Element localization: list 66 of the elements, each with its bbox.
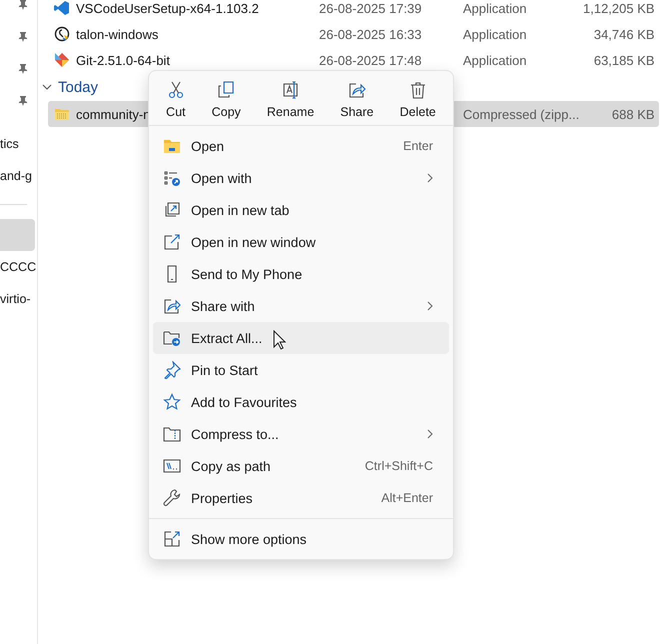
- mouse-cursor-icon: [273, 330, 286, 350]
- folder-arrow-icon: [163, 329, 181, 347]
- wrench-icon: [163, 489, 181, 507]
- chevron-icon[interactable]: [42, 82, 52, 92]
- menu-item[interactable]: Open in new window: [153, 226, 449, 258]
- file-size: 63,185 KB: [592, 52, 656, 68]
- file-type: Application: [463, 0, 528, 16]
- file-size: 1,12,205 KB: [583, 0, 656, 16]
- diamond-logo-icon: [54, 52, 70, 68]
- file-name: Git-2.51.0-64-bit: [76, 52, 170, 68]
- shortcut-text: Alt+Enter: [381, 491, 433, 505]
- group-heading: Today: [58, 78, 98, 96]
- menu-item[interactable]: Send to My Phone: [153, 258, 449, 290]
- file-type: Application: [463, 52, 528, 68]
- menu-item[interactable]: Share with: [153, 290, 449, 322]
- share-icon: [348, 81, 366, 99]
- pin-icon[interactable]: [18, 0, 28, 10]
- list-icon: [163, 169, 181, 187]
- shortcut-text: Ctrl+Shift+C: [364, 459, 433, 473]
- scissors-icon: [166, 81, 185, 99]
- sidebar-item[interactable]: CCCC: [0, 251, 37, 283]
- file-name: talon-windows: [76, 26, 158, 42]
- menu-item[interactable]: Copy as path Ctrl+Shift+C: [153, 450, 449, 482]
- pin-icon: [163, 361, 181, 379]
- file-date: 26-08-2025 17:48: [319, 52, 423, 68]
- pin-icon[interactable]: [18, 96, 28, 106]
- sidebar-item[interactable]: tics: [0, 128, 37, 160]
- menu-item[interactable]: Extract All...: [153, 322, 449, 354]
- rename-icon: [282, 81, 300, 99]
- trash-icon: [408, 81, 427, 99]
- star-icon: [163, 393, 181, 411]
- menu-item[interactable]: Pin to Start: [153, 354, 449, 386]
- pin-icon[interactable]: [18, 32, 28, 42]
- menu-item[interactable]: Show more options: [153, 523, 449, 555]
- path-icon: [163, 457, 181, 475]
- folder-icon: [163, 137, 181, 155]
- menu-item[interactable]: Compress to...: [153, 418, 449, 450]
- copy-icon: [217, 81, 236, 99]
- menu-item[interactable]: Open in new tab: [153, 194, 449, 226]
- file-row[interactable]: talon-windows 26-08-2025 16:33 Application 34,746 KB: [48, 21, 659, 47]
- tab-icon: [163, 201, 181, 219]
- file-date: 26-08-2025 17:39: [319, 0, 423, 16]
- menu-item[interactable]: Open with: [153, 162, 449, 194]
- expand-icon: [163, 530, 181, 548]
- file-name: VSCodeUserSetup-x64-1.103.2: [76, 0, 259, 16]
- circle-logo-icon: [54, 26, 70, 42]
- file-type: Application: [463, 26, 528, 42]
- file-date: 26-08-2025 16:33: [319, 26, 423, 42]
- shortcut-text: Enter: [403, 139, 433, 153]
- file-name: community-n: [76, 106, 150, 122]
- sidebar-item[interactable]: virtio-: [0, 283, 37, 315]
- new-window-icon: [163, 233, 181, 251]
- share-icon: [163, 297, 181, 315]
- pin-icon[interactable]: [18, 64, 28, 74]
- file-type: Compressed (zipp...: [463, 106, 580, 122]
- file-size: 688 KB: [610, 106, 656, 122]
- file-row[interactable]: Git-2.51.0-64-bit 26-08-2025 17:48 Application 63,185 KB: [48, 47, 659, 73]
- zip-folder-icon: [163, 425, 181, 443]
- file-row[interactable]: VSCodeUserSetup-x64-1.103.2 26-08-2025 17:39 Application 1,12,205 KB: [48, 0, 659, 21]
- menu-item[interactable]: Properties Alt+Enter: [153, 482, 449, 514]
- file-size: 34,746 KB: [592, 26, 656, 42]
- sidebar-item[interactable]: and-g: [0, 160, 37, 192]
- menu-item[interactable]: Add to Favourites: [153, 386, 449, 418]
- zip-folder-icon: [54, 106, 70, 122]
- menu-item[interactable]: Open Enter: [153, 130, 449, 162]
- code-icon: [54, 0, 70, 16]
